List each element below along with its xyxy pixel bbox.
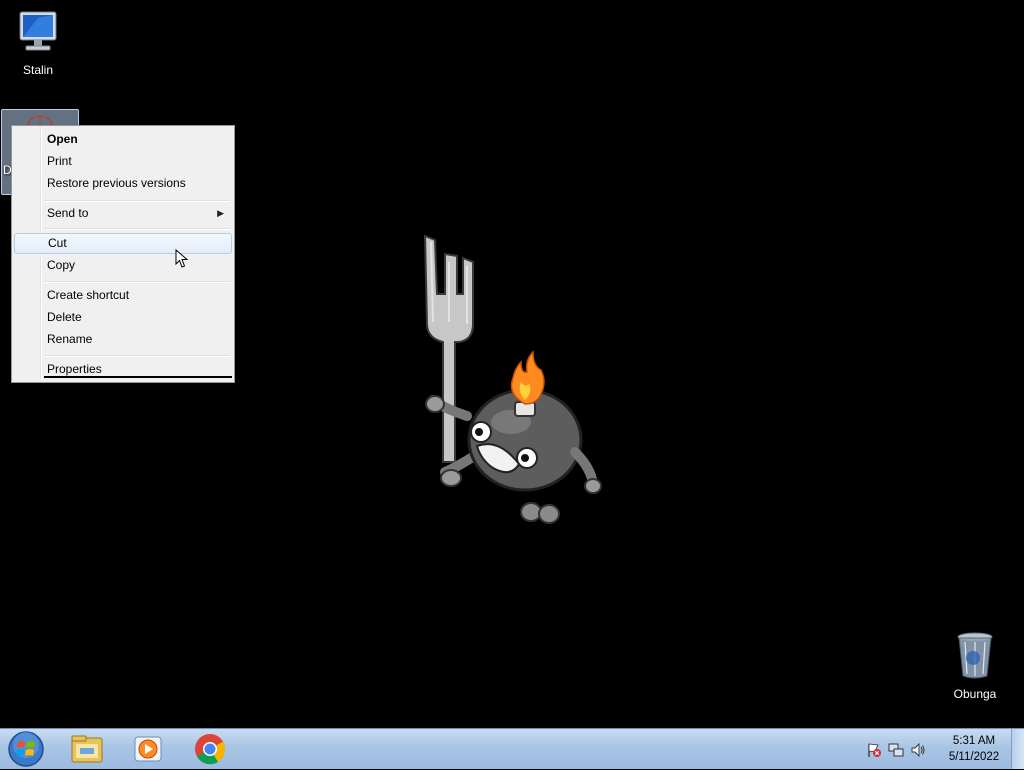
menu-separator — [44, 281, 230, 283]
clock-time: 5:31 AM — [952, 735, 996, 747]
menu-item-delete[interactable]: Delete — [14, 307, 232, 328]
desktop-icon-label: Stalin — [22, 63, 54, 77]
taskbar-file-explorer-button[interactable] — [62, 732, 112, 766]
submenu-arrow-icon: ▶ — [217, 208, 224, 218]
fork-icon — [423, 234, 474, 463]
taskbar: 5:31 AM 5/11/2022 — [0, 728, 1024, 769]
menu-bottom-bar — [44, 376, 232, 378]
menu-separator — [44, 200, 230, 202]
clock-date: 5/11/2022 — [948, 751, 1000, 763]
clock[interactable]: 5:31 AM 5/11/2022 — [944, 733, 1004, 765]
menu-separator — [44, 228, 230, 230]
computer-icon — [19, 11, 57, 51]
menu-item-restore-previous-versions[interactable]: Restore previous versions — [14, 173, 232, 194]
context-menu: Open Print Restore previous versions Sen… — [11, 125, 235, 383]
media-player-icon — [134, 736, 162, 762]
menu-item-cut[interactable]: Cut — [14, 233, 232, 254]
menu-item-rename[interactable]: Rename — [14, 329, 232, 350]
desktop-icon-stalin[interactable]: Stalin — [0, 8, 76, 77]
desktop-icon-obunga[interactable]: Obunga — [937, 630, 1013, 701]
recycle-bin-icon — [957, 632, 993, 679]
file-explorer-icon — [71, 735, 103, 763]
volume-icon[interactable] — [910, 742, 926, 758]
action-center-flag-icon[interactable] — [866, 742, 882, 758]
chrome-icon — [195, 734, 226, 765]
start-button[interactable] — [6, 731, 46, 767]
menu-item-label: Send to — [47, 206, 89, 220]
system-tray: 5:31 AM 5/11/2022 — [854, 729, 1024, 769]
taskbar-chrome-button[interactable] — [185, 732, 235, 766]
menu-item-send-to[interactable]: Send to ▶ — [14, 203, 232, 224]
menu-item-copy[interactable]: Copy — [14, 255, 232, 276]
windows-start-icon — [8, 731, 44, 767]
network-icon[interactable] — [888, 742, 904, 758]
desktop-icon-label: Obunga — [953, 687, 997, 701]
menu-item-print[interactable]: Print — [14, 151, 232, 172]
show-desktop-button[interactable] — [1011, 729, 1024, 769]
menu-item-open[interactable]: Open — [14, 129, 232, 150]
menu-separator — [44, 355, 230, 357]
wallpaper-mascot — [423, 234, 602, 524]
mouse-cursor-icon — [175, 249, 189, 268]
taskbar-media-player-button[interactable] — [123, 732, 173, 766]
menu-item-create-shortcut[interactable]: Create shortcut — [14, 285, 232, 306]
